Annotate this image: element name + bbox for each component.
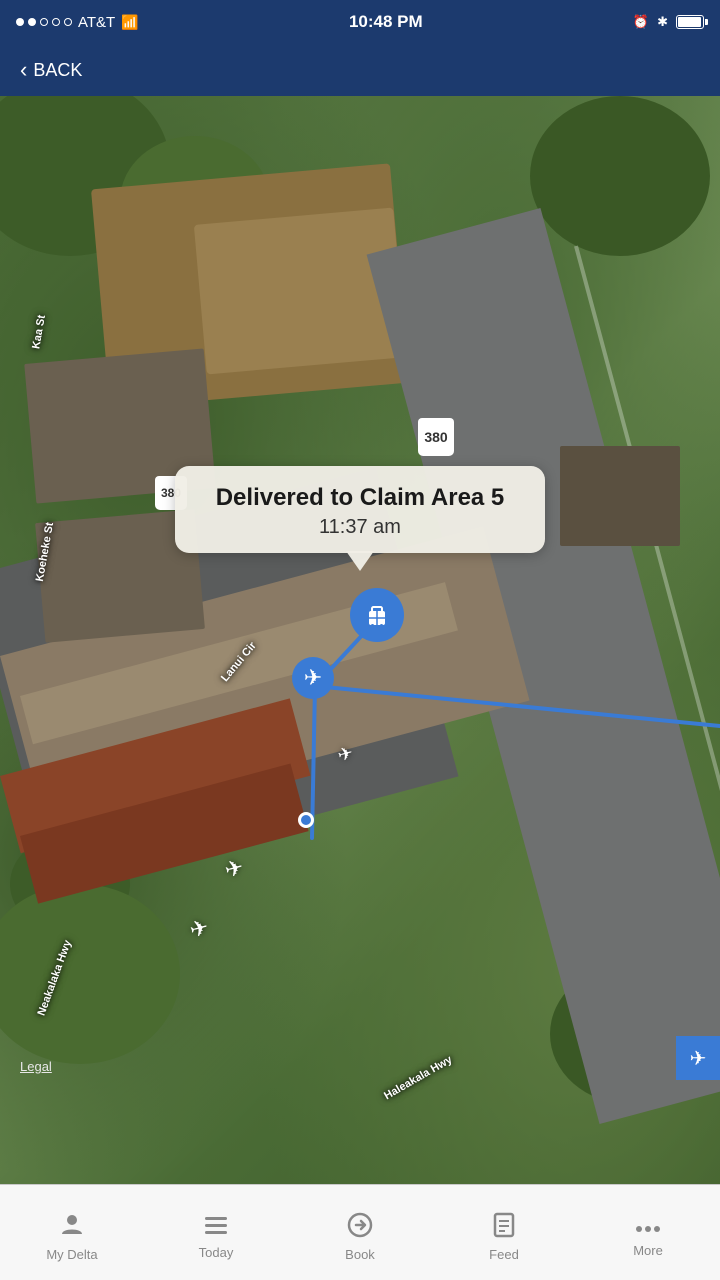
- veg-patch: [530, 96, 710, 256]
- callout-title: Delivered to Claim Area 5: [199, 484, 521, 512]
- back-label: BACK: [33, 60, 82, 81]
- arrow-circle-icon: [347, 1212, 373, 1238]
- ellipsis-icon: [635, 1224, 661, 1234]
- luggage-icon: [361, 599, 393, 631]
- tab-label-today: Today: [199, 1245, 234, 1260]
- tab-label-feed: Feed: [489, 1247, 519, 1262]
- book-icon: [347, 1212, 373, 1243]
- luggage-circle: [350, 588, 404, 642]
- tab-feed[interactable]: Feed: [432, 1204, 576, 1262]
- tab-more[interactable]: More: [576, 1207, 720, 1258]
- person-icon: [59, 1212, 85, 1238]
- legal-link[interactable]: Legal: [20, 1059, 52, 1074]
- more-icon: [635, 1215, 661, 1239]
- navigation-bar: ‹ BACK: [0, 44, 720, 96]
- luggage-pin: [348, 586, 406, 644]
- status-left: AT&T 📶: [16, 14, 139, 31]
- dot-1: [16, 18, 24, 26]
- status-right: ⏰ ✱: [633, 14, 704, 30]
- carrier-label: AT&T: [78, 14, 115, 31]
- field-patch-2: [194, 208, 406, 375]
- tab-label-my-delta: My Delta: [46, 1247, 97, 1262]
- callout-time: 11:37 am: [199, 516, 521, 539]
- callout-bubble: Delivered to Claim Area 5 11:37 am: [175, 466, 545, 553]
- tab-label-book: Book: [345, 1247, 375, 1262]
- status-time: 10:48 PM: [349, 12, 423, 32]
- today-icon: [203, 1214, 229, 1241]
- wifi-icon: 📶: [121, 14, 138, 31]
- status-bar: AT&T 📶 10:48 PM ⏰ ✱: [0, 0, 720, 44]
- highway-shield-1: 380: [418, 418, 454, 456]
- back-button[interactable]: ‹ BACK: [20, 57, 82, 83]
- back-arrow-icon: ‹: [20, 57, 27, 83]
- battery-fill: [678, 17, 701, 27]
- edge-marker-right: ✈: [676, 1036, 720, 1080]
- tab-label-more: More: [633, 1243, 663, 1258]
- alarm-icon: ⏰: [633, 14, 649, 30]
- tab-book[interactable]: Book: [288, 1204, 432, 1262]
- current-position-dot: [298, 812, 314, 828]
- menu-icon: [203, 1214, 229, 1236]
- tab-my-delta[interactable]: My Delta: [0, 1204, 144, 1262]
- dot-3: [40, 18, 48, 26]
- dot-4: [52, 18, 60, 26]
- document-icon: [491, 1212, 517, 1238]
- parking-lot-3: [560, 446, 680, 546]
- signal-dots: [16, 18, 72, 26]
- my-delta-icon: [59, 1212, 85, 1243]
- dot-5: [64, 18, 72, 26]
- tab-today[interactable]: Today: [144, 1206, 288, 1260]
- battery-indicator: [676, 15, 704, 29]
- airplane-pin: ✈: [291, 656, 335, 700]
- map-area[interactable]: Delivered to Claim Area 5 11:37 am ✈ Kaa…: [0, 96, 720, 1184]
- airplane-circle: ✈: [292, 657, 334, 699]
- tab-bar: My Delta Today Book: [0, 1184, 720, 1280]
- dot-2: [28, 18, 36, 26]
- feed-icon: [491, 1212, 517, 1243]
- bluetooth-icon: ✱: [657, 14, 668, 30]
